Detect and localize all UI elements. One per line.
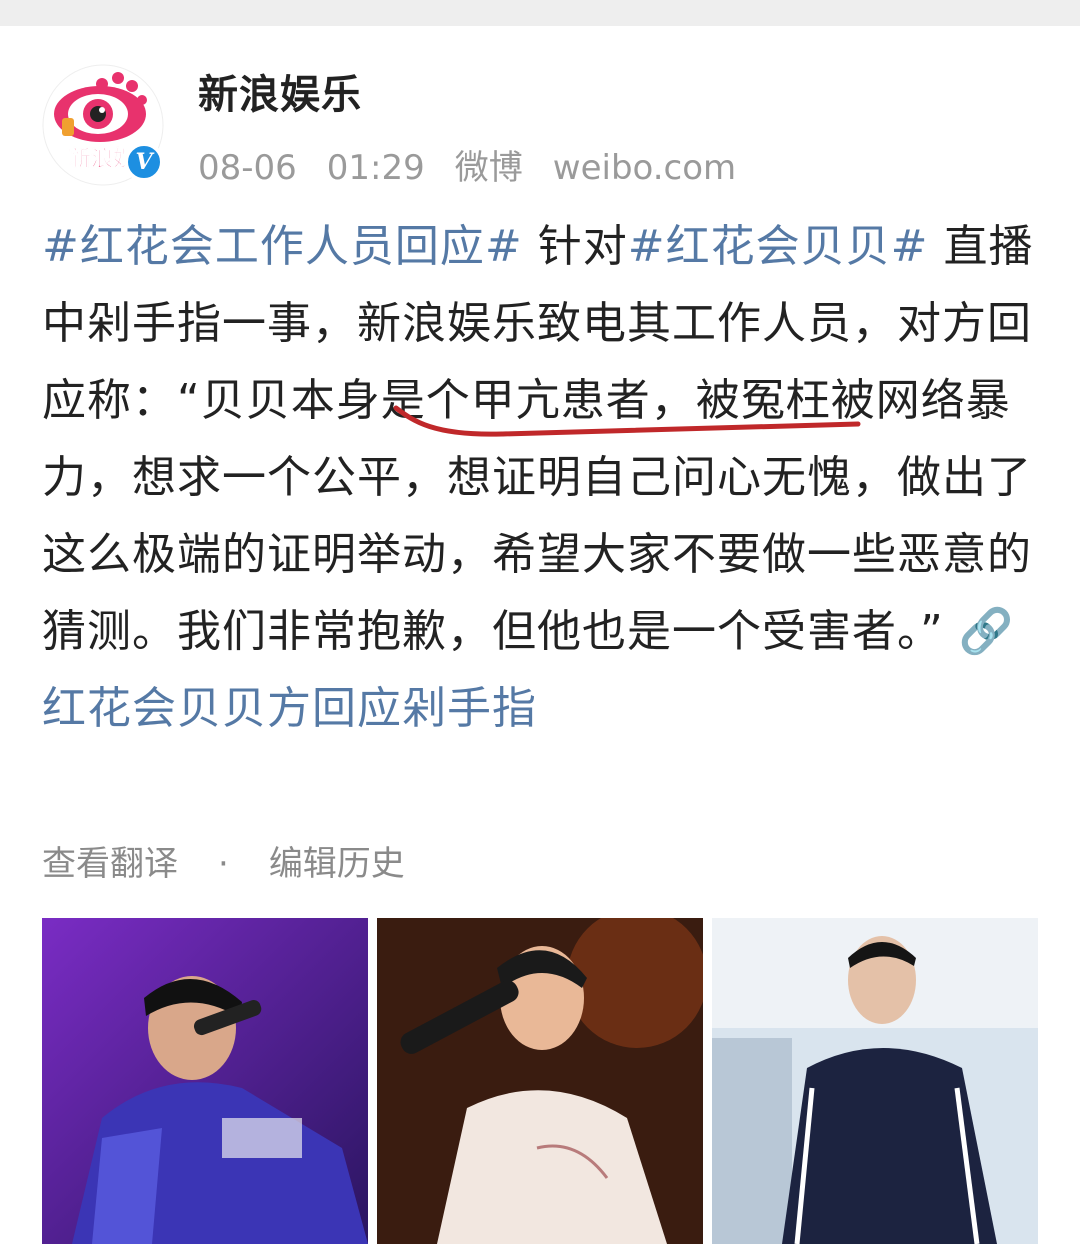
- topic-link-staff-response[interactable]: #红花会工作人员回应#: [42, 221, 523, 272]
- topic-link-beibei[interactable]: #红花会贝贝#: [628, 221, 929, 272]
- photo-grid: [42, 918, 1038, 1244]
- edit-history-button[interactable]: 编辑历史: [269, 844, 405, 884]
- photo-1[interactable]: [42, 918, 368, 1244]
- post-source: 微博: [454, 148, 523, 188]
- photo-3[interactable]: [712, 918, 1038, 1244]
- author-name[interactable]: 新浪娱乐: [198, 62, 362, 120]
- actions-separator: ·: [218, 844, 229, 884]
- verified-badge-icon: V: [124, 142, 164, 182]
- post-date: 08-06: [198, 148, 297, 188]
- red-underline-annotation: [393, 405, 861, 437]
- top-status-bar: [0, 0, 1080, 26]
- post-actions: 查看翻译 · 编辑历史: [42, 836, 405, 885]
- article-link[interactable]: 红花会贝贝方回应剁手指: [42, 683, 537, 734]
- content-text-1: 针对: [522, 221, 628, 272]
- link-icon[interactable]: 🔗: [959, 606, 1015, 657]
- post-site: weibo.com: [552, 148, 737, 188]
- post-meta: 08-06 01:29 微博 weibo.com: [198, 140, 766, 189]
- post-content: #红花会工作人员回应# 针对#红花会贝贝# 直播中剁手指一事，新浪娱乐致电其工作…: [42, 208, 1042, 747]
- translate-button[interactable]: 查看翻译: [42, 844, 178, 884]
- photo-2[interactable]: [377, 918, 703, 1244]
- post-time: 01:29: [326, 148, 425, 188]
